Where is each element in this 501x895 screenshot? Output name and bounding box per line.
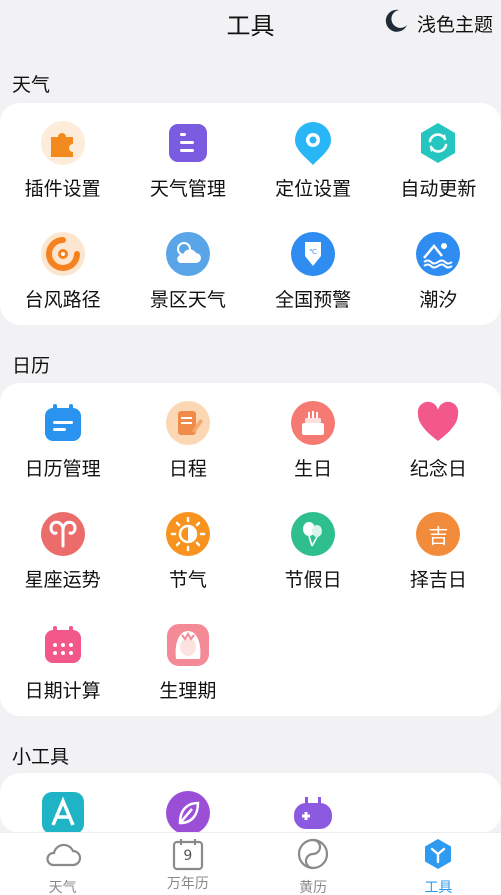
tool-font[interactable] [0, 773, 125, 833]
tool-label: 自动更新 [400, 178, 477, 200]
tool-label: 景区天气 [149, 289, 226, 311]
tab-weather[interactable]: 天气 [0, 833, 125, 895]
tool-tide[interactable]: 潮汐 [376, 214, 501, 325]
theme-toggle-label: 浅色主题 [416, 13, 493, 36]
aries-icon [40, 512, 85, 556]
taiji-icon [296, 837, 330, 875]
tool-label: 日期计算 [24, 680, 101, 702]
typhoon-icon [40, 232, 85, 276]
tool-anniversary[interactable]: 纪念日 [376, 383, 501, 494]
tool-auto-update[interactable]: 自动更新 [376, 103, 501, 214]
tool-game[interactable] [251, 773, 376, 833]
cloud-outline-icon [44, 837, 82, 875]
weather-tools-card: 插件设置 天气管理 定位设置 自动更新 台风路径 景区天气 ℃ 全国预警 潮汐 [0, 103, 501, 325]
balloon-icon [291, 512, 336, 556]
tab-label: 黄历 [299, 880, 328, 895]
tool-label: 潮汐 [419, 289, 458, 311]
ji-glyph: 吉 [428, 523, 449, 548]
moon-icon [383, 8, 409, 38]
tool-schedule[interactable]: 日程 [125, 383, 250, 494]
font-a-icon [41, 791, 85, 833]
bottom-tab-bar: 天气 9 万年历 黄历 工具 [0, 832, 501, 895]
tide-icon [416, 232, 461, 276]
tool-label: 日程 [168, 458, 207, 480]
tool-label: 插件设置 [24, 178, 101, 200]
tool-label: 日历管理 [24, 458, 101, 480]
refresh-icon [416, 121, 460, 165]
tools-hexagon-icon [421, 837, 455, 875]
tool-label: 生理期 [159, 680, 217, 702]
top-bar: 工具 浅色主题 [0, 0, 501, 48]
tool-label: 节假日 [284, 569, 342, 591]
tool-label: 星座运势 [24, 569, 101, 591]
ji-character-icon: 吉 [416, 512, 461, 556]
mini-tools-card [0, 773, 501, 833]
calendar-day-icon: 9 [172, 837, 204, 871]
warning-shield-icon: ℃ [291, 232, 336, 276]
tool-weather-manage[interactable]: 天气管理 [125, 103, 250, 214]
tool-scenic-weather[interactable]: 景区天气 [125, 214, 250, 325]
tool-date-calc[interactable]: 日期计算 [0, 605, 125, 716]
calendar-day-number: 9 [183, 848, 193, 864]
tool-birthday[interactable]: 生日 [251, 383, 376, 494]
tool-period[interactable]: 生理期 [125, 605, 250, 716]
tool-holidays[interactable]: 节假日 [251, 494, 376, 605]
tool-label: 节气 [168, 569, 207, 591]
section-title-calendar: 日历 [12, 355, 51, 377]
cake-icon [291, 401, 336, 445]
gamepad-icon [291, 791, 335, 833]
tool-label: 全国预警 [275, 289, 352, 311]
tool-label: 台风路径 [24, 289, 101, 311]
tool-national-warning[interactable]: ℃ 全国预警 [251, 214, 376, 325]
puzzle-icon [40, 121, 85, 165]
tool-label: 定位设置 [275, 178, 352, 200]
tool-auspicious-day[interactable]: 吉 择吉日 [376, 494, 501, 605]
calendar-grid-icon [41, 623, 85, 667]
tool-label: 纪念日 [409, 458, 467, 480]
tool-location-settings[interactable]: 定位设置 [251, 103, 376, 214]
notepad-icon [165, 401, 210, 445]
section-title-mini-tools: 小工具 [12, 746, 70, 768]
tool-label: 生日 [294, 458, 333, 480]
tool-calendar-manage[interactable]: 日历管理 [0, 383, 125, 494]
calendar-icon [41, 401, 85, 445]
tool-plugin-settings[interactable]: 插件设置 [0, 103, 125, 214]
section-title-weather: 天气 [12, 74, 51, 96]
tool-label: 择吉日 [409, 569, 467, 591]
tool-label: 天气管理 [149, 178, 226, 200]
tool-solar-terms[interactable]: 节气 [125, 494, 250, 605]
tab-label: 天气 [48, 880, 77, 895]
calendar-tools-card: 日历管理 日程 生日 纪念日 星座运势 节气 节假日 吉 择吉日 日期计算 生理… [0, 383, 501, 716]
tab-tools[interactable]: 工具 [376, 833, 501, 895]
tab-label: 万年历 [166, 876, 209, 892]
location-pin-icon [291, 121, 335, 165]
tab-perpetual-calendar[interactable]: 9 万年历 [125, 833, 250, 895]
tab-almanac[interactable]: 黄历 [251, 833, 376, 895]
tool-leaf[interactable] [125, 773, 250, 833]
leaf-icon [165, 791, 210, 833]
girl-face-icon [166, 623, 210, 667]
list-doc-icon [166, 121, 210, 165]
heart-icon [416, 401, 460, 445]
tab-label: 工具 [424, 880, 453, 895]
half-sun-icon [165, 512, 210, 556]
theme-toggle-button[interactable]: 浅色主题 [383, 8, 493, 38]
tool-horoscope[interactable]: 星座运势 [0, 494, 125, 605]
sun-cloud-icon [165, 232, 210, 276]
tool-typhoon-path[interactable]: 台风路径 [0, 214, 125, 325]
svg-text:℃: ℃ [309, 248, 317, 256]
